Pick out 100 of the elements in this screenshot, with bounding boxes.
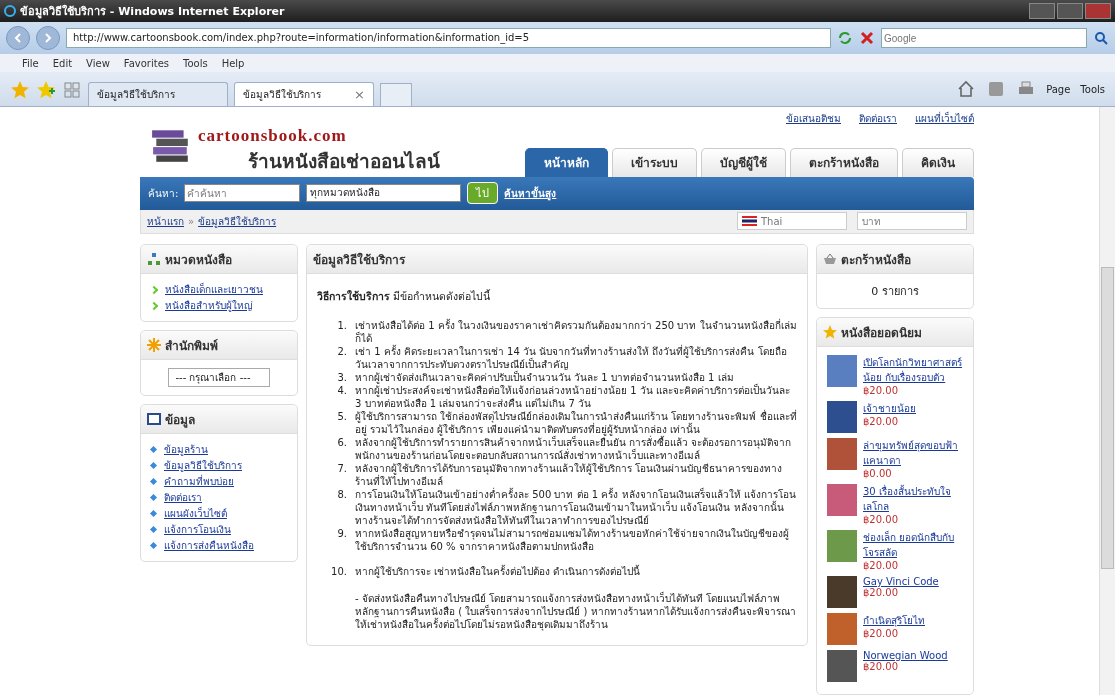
favorites-star-icon[interactable] — [10, 80, 30, 100]
close-button[interactable] — [1085, 3, 1111, 19]
info-link[interactable]: ข้อมูลร้าน — [164, 442, 208, 457]
language-dropdown[interactable]: Thai — [737, 212, 847, 231]
bullet-icon — [149, 493, 158, 502]
menu-item[interactable]: View — [86, 57, 110, 69]
intro-text: วิธีการใช้บริการ มีข้อกำหนดดังต่อไปนี้ — [317, 288, 492, 304]
category-link[interactable]: หนังสือเด็กและเยาวชน — [165, 282, 263, 297]
keyword-field[interactable]: คำค้นหา — [184, 184, 301, 203]
cart-summary: 0 รายการ — [871, 284, 919, 300]
book-title-link[interactable]: เจ้าชายน้อย — [863, 401, 916, 416]
rule-number: 1. — [336, 319, 347, 333]
rule-text: เช่า 1 ครั้ง คิดระยะเวลาในการเช่า 14 วัน นับจากวันที่ทางร้านส่งให้ ถึงวันที่ผู้ใช้บริการส่งคืน โดยถือวันเวลาจากการประทับดวงตราไปรษณีย์เป็นสำคัญ — [355, 345, 788, 371]
book-title-link[interactable]: Gay Vinci Code — [863, 576, 939, 587]
forward-button[interactable] — [36, 26, 60, 50]
browser-logo-icon — [4, 5, 16, 17]
address-field[interactable]: http://www.cartoonsbook.com/index.php?route=information/information&information_id=5 — [66, 28, 831, 48]
menu-item[interactable]: Favorites — [123, 57, 169, 69]
new-tab-button[interactable] — [380, 83, 412, 106]
basket-icon — [823, 252, 837, 266]
book-title-link[interactable]: ล่าขุมทรัพย์สุดขอบฟ้าแคนาดา — [863, 438, 963, 468]
close-tab-button[interactable]: × — [354, 87, 365, 102]
breadcrumb-link[interactable]: ข้อมูลวิธีใช้บริการ — [198, 213, 277, 229]
nav-tab[interactable]: หน้าหลัก — [525, 147, 608, 177]
header-link[interactable]: ติดต่อเรา — [859, 111, 897, 126]
info-link[interactable]: แจ้งการส่งคืนหนังสือ — [164, 538, 254, 553]
command-button[interactable]: Page — [1046, 83, 1071, 95]
nav-tab[interactable]: ตะกร้าหนังสือ — [790, 147, 898, 177]
back-button[interactable] — [6, 26, 30, 50]
rule-number: 2. — [336, 345, 347, 359]
rule-text: การโอนเงินให้โอนเงินเข้าอย่างต่ำครั้งละ 500 บาท ต่อ 1 ครั้ง หลังจากโอนเงินเสร็จแล้วให้ แจ้งการโอนเงินทางหน้าเว็บ ทันทีโดยส่งไฟล์ภาพหลักฐานการโอนเงินเข้ามาในหน้าเว็บ แจ้งโอนเงิน หลังจากนั้นทางร้านจะได้ทำการจัดส่งหนังสือให้ทันทีในเวลาทำการของไปรษณีย์ — [355, 488, 797, 527]
advanced-search-link[interactable]: ค้นหาขั้นสูง — [504, 185, 557, 201]
rule-number: 6. — [336, 436, 347, 450]
search-icon[interactable] — [1093, 30, 1109, 46]
box-title: หมวดหนังสือ — [165, 251, 232, 269]
content-title: ข้อมูลวิธีใช้บริการ — [313, 251, 405, 269]
bullet-icon — [149, 461, 158, 470]
header-link[interactable]: แผนที่เว็บไซต์ — [915, 111, 974, 126]
menu-item[interactable]: File — [22, 57, 39, 69]
publisher-dropdown[interactable]: --- กรุณาเลือก --- — [168, 368, 270, 387]
bullet-icon — [149, 477, 158, 486]
info-link[interactable]: ติดต่อเรา — [164, 490, 202, 505]
add-favorite-icon[interactable] — [36, 80, 56, 100]
book-title-link[interactable]: กำเนิดสุริโยไท — [863, 613, 925, 628]
logo-name: cartoonsbook.com — [198, 126, 348, 146]
menu-item[interactable]: Help — [221, 57, 245, 69]
maximize-button[interactable] — [1057, 3, 1083, 19]
rule-number: 4. — [336, 384, 347, 398]
book-title-link[interactable]: ช่องเล็ก ยอดนักสืบกับโจรสลัด — [863, 530, 963, 560]
nav-tab[interactable]: เข้าระบบ — [612, 147, 697, 177]
stop-icon[interactable] — [859, 30, 875, 46]
breadcrumb-link[interactable]: หน้าแรก — [147, 213, 184, 229]
info-link[interactable]: คำถามที่พบบ่อย — [164, 474, 234, 489]
rule-number: 7. — [336, 462, 347, 476]
nav-tab[interactable]: คิดเงิน — [902, 147, 974, 177]
search-field[interactable]: Google — [881, 28, 1087, 48]
book-price: ฿20.00 — [863, 514, 899, 525]
book-title-link[interactable]: เปิดโลกนักวิทยาศาสตร์น้อย กับเรื่องรอบตัว — [863, 355, 963, 385]
bullet-icon — [149, 525, 158, 534]
browser-tab[interactable]: ข้อมูลวิธีใช้บริการ — [88, 82, 228, 106]
book-price: ฿20.00 — [863, 661, 898, 672]
rule-text: หากหนังสือสูญหายหรือชำรุดจนไม่สามารถซ่อมแซมได้ทางร้านขอหักค่าใช้จ่ายจากเงินในบัญชีของผู้ใช้บริการจำนวน 60 % จากราคาหนังสือตามปกหนังสือ — [355, 527, 790, 553]
nav-tab[interactable]: บัญชีผู้ใช้ — [701, 147, 786, 177]
browser-tab[interactable]: ข้อมูลวิธีใช้บริการ × — [234, 82, 374, 106]
book-price: ฿20.00 — [863, 416, 899, 427]
tab-grid-icon[interactable] — [62, 80, 82, 100]
category-link[interactable]: หนังสือสำหรับผู้ใหญ่ — [165, 298, 253, 313]
menu-item[interactable]: Tools — [183, 57, 208, 69]
note-text: - จัดส่งหนังสือคืนทางไปรษณีย์ โดยสามารถแจ้งการส่งหนังสือทางหน้าเว็บได้ทันที โดยแนบไฟล์ภาพหลักฐานการคืนหนังสือ ( ใบเสร็จการส่งจากไปรษณีย์ ) หากทางร้านหากได้รับแจ้งการส่งคืนจะพิจารณาให้เช่าหนังสือในครั้งต่อไปโดยไม่รอหนังสือชุดเดิมมาถึงร้าน — [355, 592, 797, 631]
box-title: ตะกร้าหนังสือ — [841, 251, 911, 269]
book-price: ฿20.00 — [863, 587, 899, 598]
rule-number: 3. — [336, 371, 347, 384]
book-title-link[interactable]: 30 เรื่องสั้นประทับใจ เลโกล — [863, 484, 963, 514]
rule-number: 8. — [336, 488, 347, 502]
breadcrumb-separator: » — [188, 215, 195, 227]
window-title: ข้อมูลวิธีใช้บริการ - Windows Internet Explorer — [20, 3, 285, 20]
vertical-scrollbar[interactable] — [1099, 107, 1115, 695]
info-link[interactable]: แผนผังเว็บไซต์ — [164, 506, 227, 521]
flag-icon — [742, 216, 757, 227]
box-title: ข้อมูล — [165, 411, 195, 429]
command-button[interactable]: Tools — [1080, 83, 1105, 95]
search-label: ค้นหา: — [148, 186, 179, 201]
info-link[interactable]: แจ้งการโอนเงิน — [164, 522, 231, 537]
category-dropdown[interactable]: ทุกหมวดหนังสือ — [306, 184, 462, 203]
rule-number: 10. — [331, 565, 347, 578]
book-price: ฿0.00 — [863, 468, 893, 479]
refresh-icon[interactable] — [837, 30, 853, 46]
currency-dropdown[interactable]: บาท — [857, 212, 967, 231]
rule-text: ผู้ใช้บริการสามารถ ใช้กล่องพัสดุไปรษณีย์กล่องเดิมในการนำส่งคืนแก่ร้าน โดยทางร้านจะพิมพ์ ชื่อและที่อยู่ รวมไว้ในกล่อง ผู้ใช้บริการ เพียงแค่นำมาติดทับตรงที่อยู่ผู้รับหน้ากล่อง เท่านั้น — [355, 410, 797, 436]
bullet-icon — [149, 445, 158, 454]
book-price: ฿20.00 — [863, 560, 899, 571]
minimize-button[interactable] — [1029, 3, 1055, 19]
book-title-link[interactable]: Norwegian Wood — [863, 650, 948, 661]
star-icon — [823, 325, 837, 339]
bullet-icon — [149, 509, 158, 518]
info-link[interactable]: ข้อมูลวิธีใช้บริการ — [164, 458, 242, 473]
sparkle-icon — [147, 338, 161, 352]
header-link[interactable]: ข้อเสนอติชม — [786, 111, 841, 126]
bullet-icon — [149, 541, 158, 550]
menu-item[interactable]: Edit — [52, 57, 73, 69]
